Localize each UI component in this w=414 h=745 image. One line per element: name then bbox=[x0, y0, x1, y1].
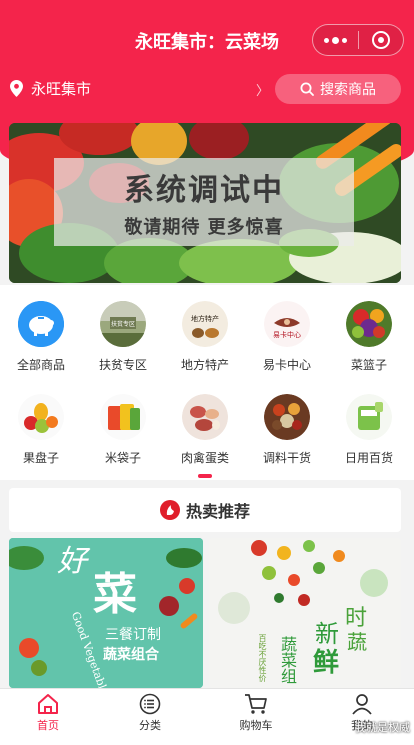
poverty-relief-icon: 扶贫专区 bbox=[100, 301, 146, 347]
svg-text:易卡中心: 易卡中心 bbox=[273, 330, 301, 339]
category-fruit-plate[interactable]: 果盘子 bbox=[0, 394, 82, 466]
category-label: 日用百货 bbox=[344, 451, 393, 465]
tab-cart-label: 购物车 bbox=[239, 719, 273, 732]
category-label: 扶贫专区 bbox=[98, 358, 147, 372]
hot-section-title: 热卖推荐 bbox=[185, 502, 250, 521]
search-label: 搜索商品 bbox=[320, 82, 376, 98]
product-text-combo: 蔬菜组合 bbox=[103, 647, 159, 663]
product-text-good: 好 bbox=[57, 544, 87, 579]
category-poverty-relief[interactable]: 扶贫专区 扶贫专区 bbox=[82, 301, 164, 373]
category-label: 地方特产 bbox=[180, 358, 229, 372]
fresh-vegetables-product-image bbox=[209, 538, 401, 688]
meat-eggs-icon bbox=[182, 394, 228, 440]
category-label: 调料干货 bbox=[262, 451, 311, 465]
svg-text:扶贫专区: 扶贫专区 bbox=[111, 320, 135, 328]
user-icon bbox=[352, 694, 372, 715]
local-specialty-icon: 地方特产 bbox=[182, 301, 228, 347]
fruit-plate-icon bbox=[18, 394, 64, 440]
watermark-logo-icon bbox=[340, 722, 352, 732]
category-local-specialty[interactable]: 地方特产 地方特产 bbox=[164, 301, 246, 373]
category-daily-goods[interactable]: 日用百货 bbox=[328, 394, 410, 466]
product-text-vegetable: 菜 bbox=[93, 569, 137, 620]
search-icon bbox=[300, 82, 314, 96]
product-text-veg-combo: 蔬菜组 bbox=[278, 636, 297, 684]
tab-bar: 首页 分类 购物车 我的 我就是权威 bbox=[0, 688, 414, 745]
daily-goods-icon bbox=[346, 394, 392, 440]
category-label: 菜篮子 bbox=[350, 358, 387, 372]
watermark: 我就是权威 bbox=[340, 719, 410, 735]
category-grid: 全部商品 扶贫专区 扶贫专区 地方特产 地方特产 易卡中心 易卡中心 菜篮子 果… bbox=[0, 285, 414, 480]
hot-section-header: 热卖推荐 bbox=[9, 488, 401, 532]
product-text-veg: 蔬 bbox=[347, 630, 367, 654]
category-label: 肉禽蛋类 bbox=[180, 451, 229, 465]
category-rice-bag[interactable]: 米袋子 bbox=[82, 394, 164, 466]
category-icon bbox=[139, 693, 161, 715]
svg-text:地方特产: 地方特产 bbox=[191, 314, 219, 323]
category-seasoning[interactable]: 调料干货 bbox=[246, 394, 328, 466]
page-indicator bbox=[198, 474, 212, 478]
tab-category-label: 分类 bbox=[139, 719, 161, 732]
product-card[interactable]: 好 菜 Good Vegetables 三餐订制 蔬菜组合 bbox=[9, 538, 203, 688]
tab-cart[interactable]: 购物车 bbox=[216, 693, 296, 733]
banner-carousel[interactable]: 系统调试中 敬请期待 更多惊喜 bbox=[9, 123, 401, 283]
product-text-meal: 三餐订制 bbox=[105, 627, 161, 643]
product-card[interactable]: 新 鲜 时 蔬 蔬菜组 百吃不厌性价 bbox=[209, 538, 401, 688]
product-text-fresh: 鲜 bbox=[313, 648, 340, 678]
category-card-center[interactable]: 易卡中心 易卡中心 bbox=[246, 301, 328, 373]
category-meat-eggs[interactable]: 肉禽蛋类 bbox=[164, 394, 246, 466]
location-selector[interactable]: 永旺集市 bbox=[10, 78, 91, 99]
banner-overlay: 系统调试中 敬请期待 更多惊喜 bbox=[54, 158, 354, 246]
mini-program-capsule bbox=[312, 24, 404, 56]
location-label: 永旺集市 bbox=[31, 80, 92, 98]
rice-bag-icon bbox=[100, 394, 146, 440]
search-button[interactable]: 搜索商品 bbox=[275, 74, 401, 104]
category-label: 全部商品 bbox=[16, 358, 65, 372]
chevron-right-icon: 〉 bbox=[256, 84, 270, 99]
category-label: 果盘子 bbox=[22, 451, 59, 465]
category-label: 易卡中心 bbox=[262, 358, 311, 372]
tab-category[interactable]: 分类 bbox=[110, 693, 190, 733]
more-icon[interactable] bbox=[313, 36, 358, 44]
category-all-products[interactable]: 全部商品 bbox=[0, 301, 82, 373]
piggy-bank-icon bbox=[18, 301, 64, 347]
vegetable-basket-icon bbox=[346, 301, 392, 347]
card-center-icon: 易卡中心 bbox=[264, 301, 310, 347]
banner-subtitle: 敬请期待 更多惊喜 bbox=[124, 217, 284, 238]
category-vegetable-basket[interactable]: 菜篮子 bbox=[328, 301, 410, 373]
location-pin-icon bbox=[10, 80, 23, 97]
watermark-text: 我就是权威 bbox=[355, 721, 410, 734]
tab-home[interactable]: 首页 bbox=[8, 693, 88, 733]
seasoning-icon bbox=[264, 394, 310, 440]
tab-home-label: 首页 bbox=[37, 719, 59, 732]
home-icon bbox=[38, 694, 58, 714]
category-label: 米袋子 bbox=[104, 451, 141, 465]
banner-title: 系统调试中 bbox=[124, 173, 284, 208]
close-icon[interactable] bbox=[358, 31, 403, 49]
product-text-tagline: 百吃不厌性价 bbox=[258, 634, 267, 682]
cart-icon bbox=[245, 694, 267, 714]
flame-icon bbox=[159, 500, 180, 520]
